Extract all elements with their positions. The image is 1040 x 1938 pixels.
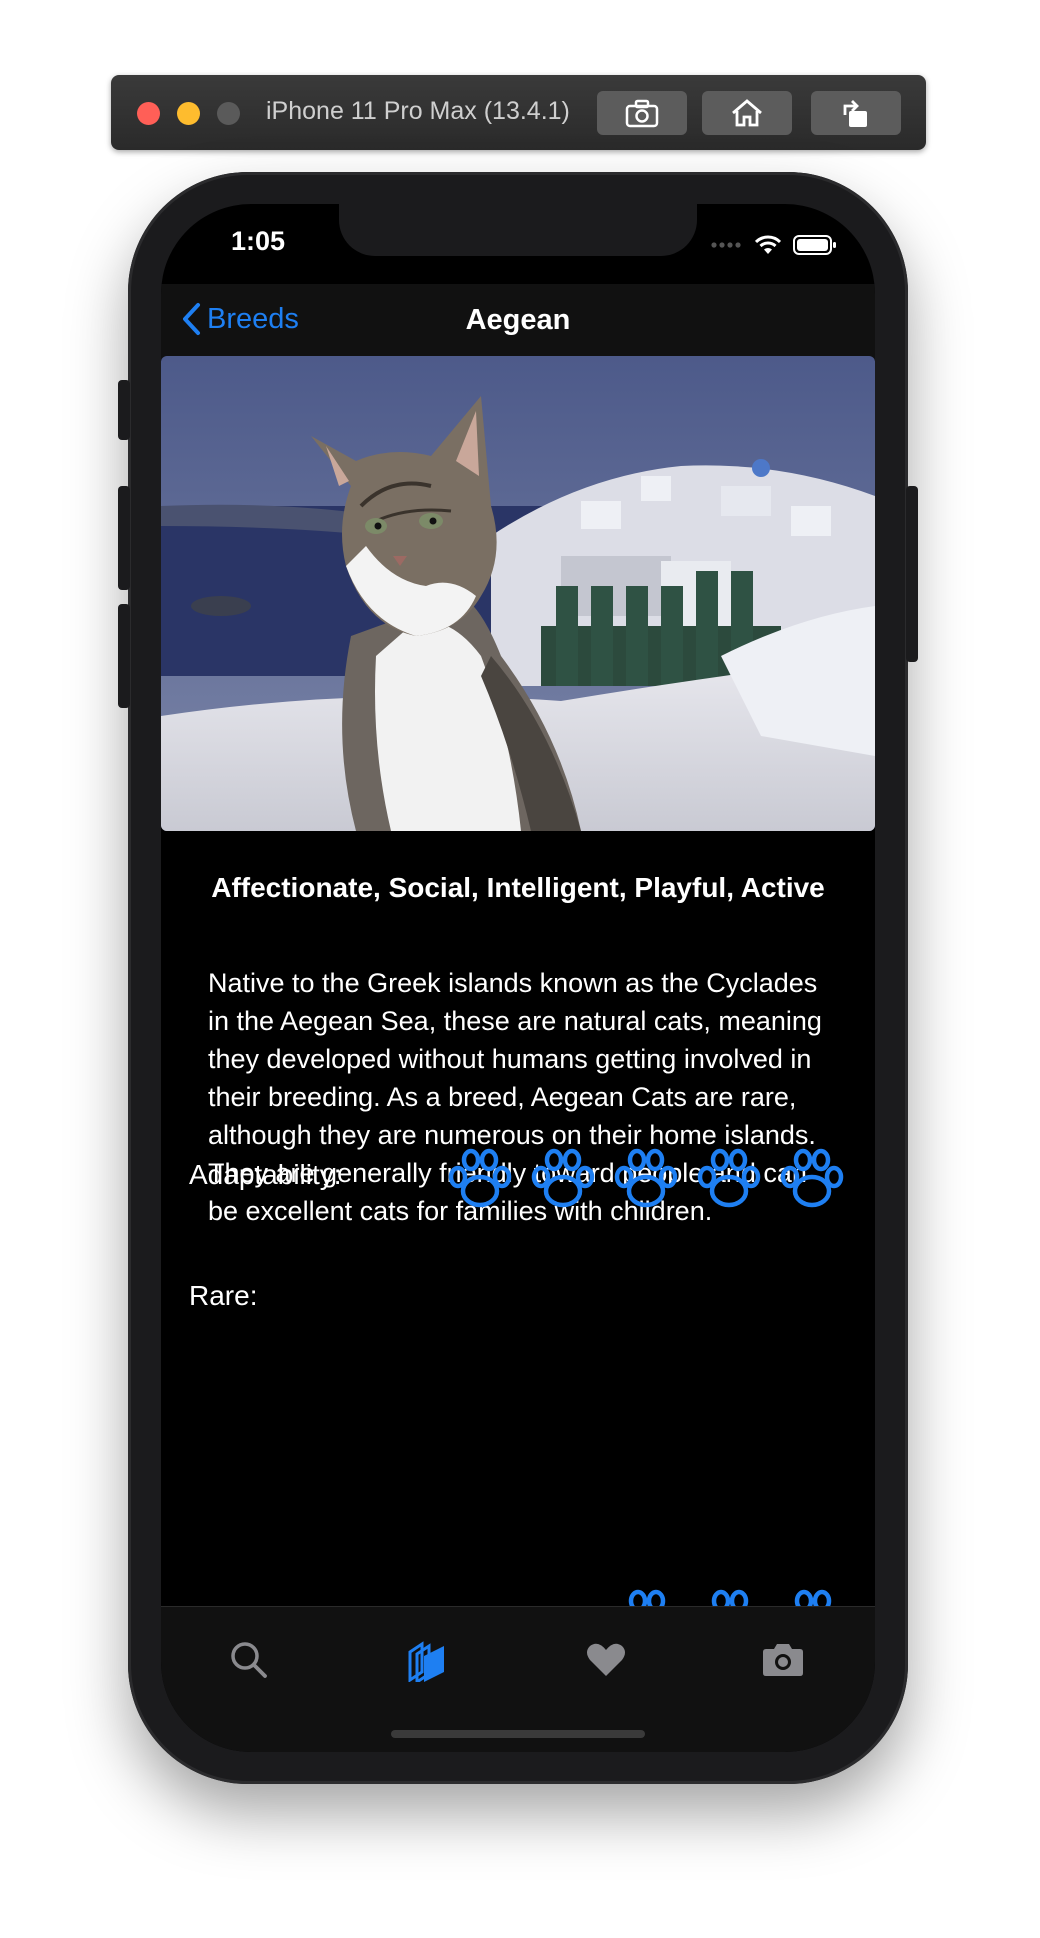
- home-icon: [732, 99, 762, 127]
- search-icon: [231, 1642, 267, 1678]
- cellular-signal-icon: [711, 242, 741, 248]
- paw-icon: [614, 1148, 678, 1208]
- screenshot-icon: [625, 99, 659, 128]
- tab-breeds[interactable]: [402, 1637, 452, 1683]
- wifi-icon: [755, 235, 781, 254]
- cat-image: [161, 356, 875, 831]
- notch: [339, 204, 697, 256]
- paw-icon: [531, 1148, 595, 1208]
- status-icons: [711, 234, 837, 256]
- zoom-window-button[interactable]: [217, 102, 240, 125]
- temperament-text: Affectionate, Social, Intelligent, Playf…: [211, 872, 825, 903]
- page-title: Aegean: [465, 304, 571, 336]
- camera-icon: [763, 1644, 803, 1676]
- rating-label-adaptability: Adaptability:: [189, 1159, 342, 1190]
- phone-volume-down: [118, 604, 130, 708]
- phone-volume-up: [118, 486, 130, 590]
- status-time: 1:05: [231, 226, 286, 256]
- breeds-icon: [408, 1641, 444, 1682]
- rotate-icon: [843, 100, 867, 127]
- tab-camera[interactable]: [758, 1637, 808, 1683]
- minimize-window-button[interactable]: [177, 102, 200, 125]
- rating-adaptability: [445, 1147, 847, 1213]
- rotate-button[interactable]: [811, 91, 901, 135]
- paw-icon: [780, 1148, 844, 1208]
- home-button[interactable]: [702, 91, 792, 135]
- tab-search[interactable]: [224, 1637, 274, 1683]
- battery-icon: [793, 235, 836, 255]
- home-indicator: [391, 1730, 645, 1738]
- rating-label-rare: Rare:: [189, 1280, 258, 1311]
- paw-icon: [448, 1148, 512, 1208]
- screenshot-button[interactable]: [597, 91, 687, 135]
- paw-icon: [697, 1148, 761, 1208]
- navigation-bar: Breeds Aegean: [161, 284, 875, 360]
- tab-favorites[interactable]: [581, 1637, 631, 1683]
- close-window-button[interactable]: [137, 102, 160, 125]
- phone-screen: 1:05 Breeds Aegean Affectionate, Social,…: [161, 204, 875, 1752]
- simulator-device-title: iPhone 11 Pro Max (13.4.1): [266, 97, 570, 125]
- heart-icon: [587, 1643, 625, 1676]
- breed-photo: [161, 356, 875, 831]
- phone-power-button: [906, 486, 918, 662]
- simulator-toolbar: iPhone 11 Pro Max (13.4.1): [111, 75, 926, 150]
- phone-side-button: [118, 380, 130, 440]
